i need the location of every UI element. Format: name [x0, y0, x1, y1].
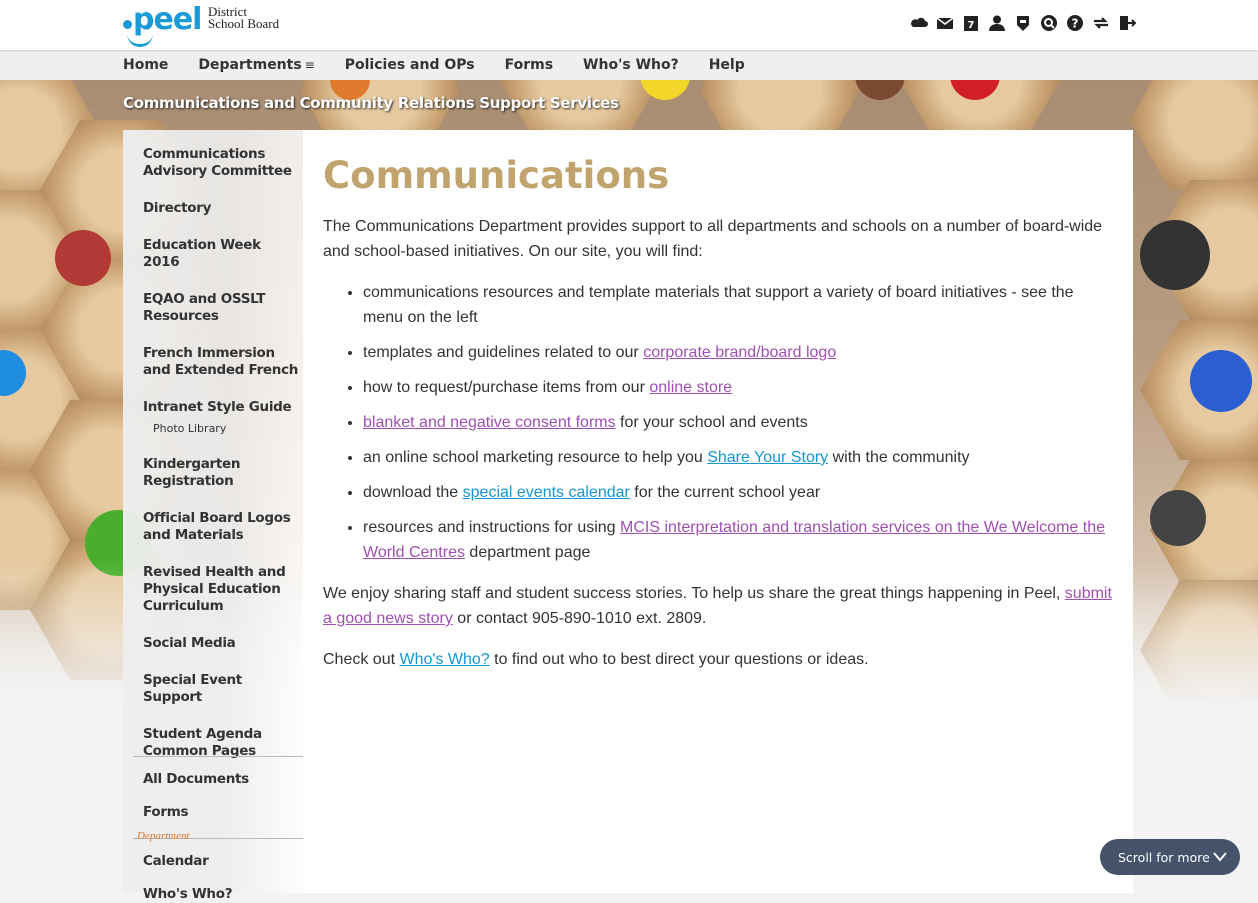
nav-whos-who[interactable]: Who's Who? — [583, 50, 679, 80]
switch-icon[interactable] — [1092, 14, 1110, 32]
sidebar-item-whos-who[interactable]: Who's Who? — [143, 886, 233, 903]
logo-dot — [123, 20, 132, 29]
sidebar-divider — [133, 756, 303, 757]
whos-who-link[interactable]: Who's Who? — [399, 651, 489, 668]
sidebar-item-kindergarten[interactable]: Kindergarten Registration — [143, 456, 301, 490]
section-title[interactable]: Communications and Community Relations S… — [123, 94, 619, 112]
list-item: an online school marketing resource to h… — [363, 445, 1113, 470]
logo-board-line2: School Board — [208, 16, 280, 31]
consent-forms-link[interactable]: blanket and negative consent forms — [363, 414, 616, 431]
scroll-for-more-label: Scroll for more — [1118, 849, 1210, 865]
sidebar-list: Communications Advisory Committee Direct… — [143, 146, 301, 780]
list-item-text: communications resources and template ma… — [363, 284, 1074, 326]
whos-who-paragraph: Check out Who's Who? to find out who to … — [323, 647, 1113, 672]
nav-forms[interactable]: Forms — [505, 50, 553, 80]
department-tag: Department — [137, 830, 190, 842]
sidebar-item-social-media[interactable]: Social Media — [143, 635, 301, 652]
shield-icon[interactable] — [1014, 14, 1032, 32]
sidebar-item-style-guide[interactable]: Intranet Style Guide — [143, 399, 301, 416]
list-item: templates and guidelines related to our … — [363, 340, 1113, 365]
share-your-story-link[interactable]: Share Your Story — [707, 449, 828, 466]
events-calendar-link[interactable]: special events calendar — [463, 484, 630, 501]
mail-icon[interactable] — [936, 14, 954, 32]
list-item: communications resources and template ma… — [363, 280, 1113, 330]
help-icon[interactable]: ? — [1066, 14, 1084, 32]
sidebar-item-calendar[interactable]: Calendar — [143, 853, 209, 870]
calendar-icon[interactable]: 7 — [962, 14, 980, 32]
svg-text:?: ? — [1072, 17, 1079, 31]
logout-icon[interactable] — [1118, 14, 1136, 32]
content-body: The Communications Department provides s… — [323, 214, 1113, 688]
page-title: Communications — [323, 154, 670, 197]
sidebar-item-health-curriculum[interactable]: Revised Health and Physical Education Cu… — [143, 564, 301, 615]
paragraph-text: We enjoy sharing staff and student succe… — [323, 585, 1065, 602]
logo-board-name: District School Board — [208, 5, 280, 31]
cloud-icon[interactable] — [910, 14, 928, 32]
peel-logo[interactable]: peel District School Board — [123, 2, 293, 47]
list-item: how to request/purchase items from our o… — [363, 375, 1113, 400]
nav-departments[interactable]: Departments ≡ — [198, 50, 314, 80]
sidebar-item-forms[interactable]: Forms — [143, 804, 189, 821]
list-item-text: an online school marketing resource to h… — [363, 449, 708, 466]
sidebar-item-french-immersion[interactable]: French Immersion and Extended French — [143, 345, 301, 379]
chevron-down-icon — [1213, 852, 1227, 862]
nav-home[interactable]: Home — [123, 50, 168, 80]
list-item-text: for your school and events — [615, 414, 808, 431]
resource-list: communications resources and template ma… — [323, 280, 1113, 565]
paragraph-text: to find out who to best direct your ques… — [489, 651, 869, 668]
main-content: Communications The Communications Depart… — [303, 130, 1133, 893]
paragraph-text: Check out — [323, 651, 400, 668]
sidebar-item-education-week[interactable]: Education Week 2016 — [143, 237, 301, 271]
sidebar: Communications Advisory Committee Direct… — [123, 130, 303, 902]
toolbar: 7 ? — [910, 14, 1136, 32]
sidebar-subitem-photo-library[interactable]: Photo Library — [153, 422, 301, 436]
intro-paragraph: The Communications Department provides s… — [323, 218, 1103, 260]
sidebar-item-board-logos[interactable]: Official Board Logos and Materials — [143, 510, 301, 544]
sidebar-item-student-agenda[interactable]: Student Agenda Common Pages — [143, 726, 301, 760]
site-header: peel District School Board 7 ? — [0, 0, 1258, 50]
list-item-text: for the current school year — [629, 484, 821, 501]
person-icon[interactable] — [988, 14, 1006, 32]
list-item-text: download the — [363, 484, 463, 501]
sidebar-item-directory[interactable]: Directory — [143, 200, 301, 217]
good-news-paragraph: We enjoy sharing staff and student succe… — [323, 581, 1113, 631]
brand-logo-link[interactable]: corporate brand/board logo — [643, 344, 836, 361]
list-item-text: templates and guidelines related to our — [363, 344, 644, 361]
nav-departments-label: Departments — [198, 57, 302, 73]
sidebar-item-advisory-committee[interactable]: Communications Advisory Committee — [143, 146, 301, 180]
list-item: download the special events calendar for… — [363, 480, 1113, 505]
menu-icon: ≡ — [304, 58, 315, 72]
online-store-link[interactable]: online store — [649, 379, 732, 396]
sidebar-item-eqao[interactable]: EQAO and OSSLT Resources — [143, 291, 301, 325]
list-item-text: how to request/purchase items from our — [363, 379, 650, 396]
calendar-day-label: 7 — [968, 20, 975, 31]
paragraph-text: or contact 905-890-1010 ext. 2809. — [452, 610, 707, 627]
search-icon[interactable] — [1040, 14, 1058, 32]
list-item: blanket and negative consent forms for y… — [363, 410, 1113, 435]
list-item-text: resources and instructions for using — [363, 519, 621, 536]
nav-policies[interactable]: Policies and OPs — [345, 50, 475, 80]
scroll-for-more-button[interactable]: Scroll for more — [1100, 839, 1240, 875]
sidebar-item-special-event[interactable]: Special Event Support — [143, 672, 301, 706]
main-nav: Home Departments ≡ Policies and OPs Forms… — [0, 50, 1258, 80]
sidebar-item-all-documents[interactable]: All Documents — [143, 771, 249, 788]
logo-smile — [127, 30, 153, 47]
nav-help[interactable]: Help — [709, 50, 745, 80]
list-item-text: department page — [464, 544, 591, 561]
list-item: resources and instructions for using MCI… — [363, 515, 1113, 565]
list-item-text: with the community — [828, 449, 970, 466]
